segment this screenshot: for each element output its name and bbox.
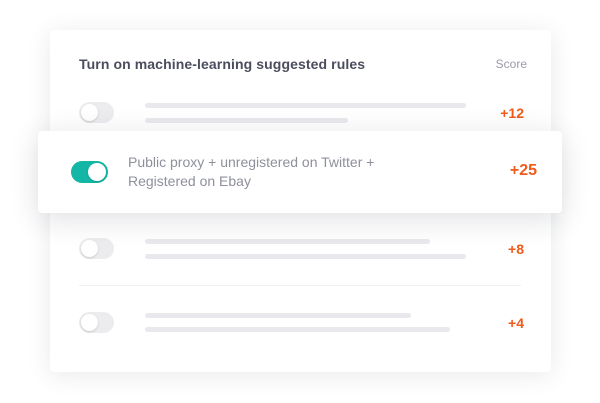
rule-placeholder-line (145, 239, 430, 244)
rule-placeholder-line (145, 327, 450, 332)
rule-row-4: +4 (50, 310, 551, 350)
row-divider (79, 285, 521, 286)
stage: Turn on machine-learning suggested rules… (0, 0, 600, 403)
rule-toggle-1[interactable] (79, 102, 114, 123)
rule-score-1: +12 (500, 105, 524, 121)
rule-placeholder-line (145, 118, 348, 123)
rule-row-2-highlighted: Public proxy + unregistered on Twitter +… (38, 131, 562, 213)
toggle-knob (81, 314, 98, 331)
rule-score-2: +25 (509, 162, 537, 179)
panel-title: Turn on machine-learning suggested rules (79, 56, 366, 72)
rule-placeholder-line (145, 103, 466, 108)
rule-row-3: +8 (50, 236, 551, 276)
rule-description: Public proxy + unregistered on Twitter +… (128, 154, 375, 189)
rule-placeholder-line (145, 313, 411, 318)
rule-toggle-4[interactable] (79, 312, 114, 333)
toggle-knob (88, 163, 106, 181)
rule-toggle-2[interactable] (71, 161, 108, 183)
rule-placeholder-line (145, 254, 466, 259)
score-column-header: Score (495, 57, 527, 71)
toggle-knob (81, 240, 98, 257)
toggle-knob (81, 104, 98, 121)
rule-score-3: +8 (508, 241, 524, 257)
rule-toggle-3[interactable] (79, 238, 114, 259)
rule-score-4: +4 (508, 315, 524, 331)
